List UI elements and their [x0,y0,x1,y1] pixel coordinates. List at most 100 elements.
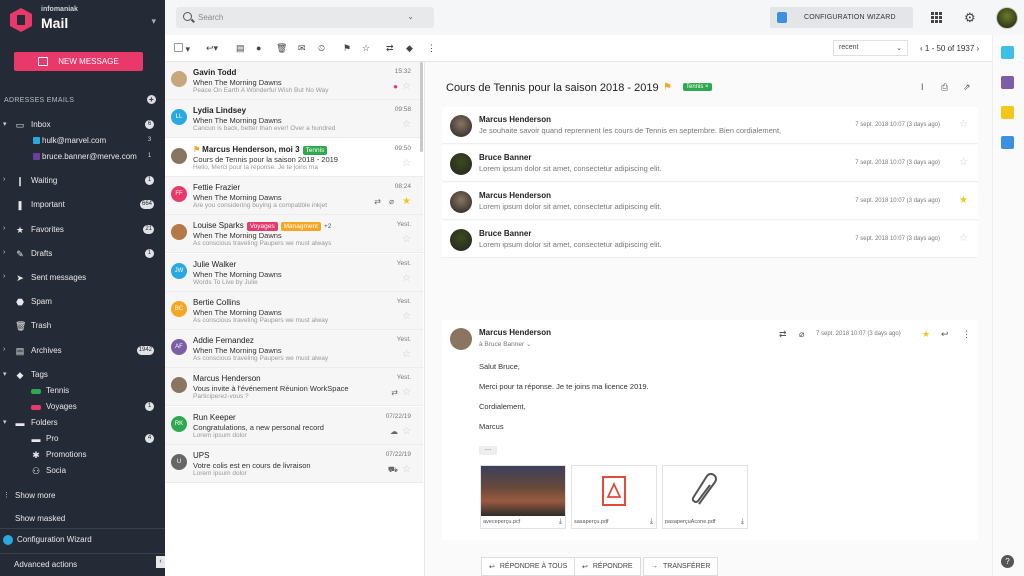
sidebar-item-folder-socia[interactable]: ⚇ Socia [0,463,165,481]
sidebar-item-favorites[interactable]: › ★ Favorites 21 [0,222,165,240]
text-cursor-icon[interactable]: Ι [921,82,924,92]
thread-message[interactable]: Marcus Henderson Lorem ipsum dolor sit a… [442,183,978,220]
gear-icon[interactable]: ⚙ [964,11,976,24]
add-address-icon[interactable]: + [147,95,156,104]
message-to[interactable]: à Bruce Banner ⌄ [479,340,531,348]
show-masked-link[interactable]: Show masked [0,511,165,529]
list-item[interactable]: Marcus Henderson Vous invite à l'événeme… [165,368,423,407]
chevron-down-icon[interactable]: ▾ [3,370,7,378]
star-icon[interactable]: ☆ [402,82,411,92]
show-more-link[interactable]: ⋮ Show more [0,488,165,506]
list-item[interactable]: AF Addie Fernandez When The Morning Dawn… [165,330,423,369]
download-icon[interactable]: ⤓ [559,518,562,526]
spam-icon[interactable]: ● [256,43,261,53]
trash-icon[interactable]: 🗑 [276,43,287,53]
sidebar-item-waiting[interactable]: › ❙ Waiting 1 [0,173,165,191]
star-icon[interactable]: ★ [922,329,930,340]
star-icon[interactable]: ☆ [402,311,411,322]
list-item[interactable]: FF Fettie Frazier When The Morning Dawns… [165,176,423,215]
print-icon[interactable]: ⎙ [941,82,948,93]
list-item[interactable]: U UPS Votre colis est en cours de livrai… [165,445,423,483]
avatar[interactable] [996,7,1018,29]
sort-select[interactable]: recent ⌄ [833,40,908,56]
star-icon[interactable]: ☆ [402,120,411,130]
download-icon[interactable]: ⤓ [741,518,744,526]
config-wizard-link[interactable]: Configuration Wizard [0,528,165,550]
contacts-icon[interactable] [1001,136,1014,149]
more-vertical-icon[interactable]: ⋮ [427,43,436,53]
chevron-right-icon[interactable]: › [3,273,5,280]
reply-icon[interactable]: ↩ [941,329,949,340]
advanced-actions-link[interactable]: Advanced actions [0,553,165,575]
brand[interactable]: infomaniak Mail ▾ [10,6,160,36]
select-all-checkbox[interactable]: ▾ [174,43,190,54]
chevron-right-icon[interactable]: › [3,225,5,232]
sidebar-item-sent[interactable]: › ➤ Sent messages [0,270,165,288]
sidebar-item-trash[interactable]: 🗑 Trash [0,318,165,336]
attachment-card[interactable]: aveceperçu.pcf ⤓ [480,465,566,529]
star-outline-icon[interactable]: ☆ [362,43,370,53]
configuration-wizard-button[interactable]: CONFIGURATION WIZARD [770,7,913,28]
sidebar-item-archives[interactable]: › ▤ Archives 1942 [0,343,165,361]
reply-button[interactable]: ↩ RÉPONDRE [574,557,641,576]
chevron-down-icon[interactable]: ⌄ [407,12,414,21]
download-icon[interactable]: ⤓ [650,518,653,526]
collapse-sidebar-icon[interactable]: ‹ [156,556,165,568]
attachment-card[interactable]: pasaperçuAcone.pdf ⤓ [662,465,748,529]
search-input[interactable]: Search ⌄ [176,7,434,28]
thread-tag[interactable]: Tennis × [683,83,712,91]
drive-icon[interactable] [1001,46,1014,59]
more-vertical-icon[interactable]: ⋮ [962,329,971,340]
thread-message[interactable]: Bruce Banner Lorem ipsum dolor sit amet,… [442,221,978,258]
next-page-icon[interactable]: › [977,44,980,53]
star-icon[interactable]: ☆ [402,235,411,245]
move-icon[interactable]: ⇄ [386,43,394,53]
notes-icon[interactable] [1001,106,1014,119]
list-item[interactable]: ⚑ Marcus Henderson, moi 3 Tennis Cours de … [165,138,423,177]
show-quoted-button[interactable]: … [479,445,497,455]
list-item[interactable]: Louise Sparks Voyages Managment +2 When The… [165,215,423,254]
reply-all-button[interactable]: ↩ RÉPONDRE À TOUS [481,557,576,576]
list-item[interactable]: LL Lydia Lindsey When The Morning Dawns … [165,100,423,139]
flag-icon[interactable]: ⚑ [343,43,351,53]
message-from[interactable]: Marcus Henderson [479,328,551,337]
forward-button[interactable]: → TRANSFÉRER [643,557,719,576]
chevron-down-icon[interactable]: ▾ [3,418,7,426]
chevron-down-icon[interactable]: ▾ [151,16,156,27]
star-icon[interactable]: ☆ [402,388,411,398]
sidebar-item-important[interactable]: ❚ Important 664 [0,197,165,215]
attachment-icon[interactable]: ⌀ [799,329,804,340]
open-external-icon[interactable]: ⇗ [963,82,971,93]
thread-message[interactable]: Marcus Henderson Je souhaite savoir quan… [442,107,978,144]
mark-read-icon[interactable]: ✉ [298,43,306,53]
list-item[interactable]: RK Run Keeper Congratulations, a new per… [165,406,423,445]
star-icon[interactable]: ☆ [959,234,968,244]
star-icon[interactable]: ☆ [402,465,411,475]
flag-icon[interactable]: ⚑ [663,82,672,93]
sidebar-item-drafts[interactable]: › ✎ Drafts 1 [0,246,165,264]
new-message-button[interactable]: NEW MESSAGE [14,52,143,71]
chevron-right-icon[interactable]: › [3,346,5,353]
archive-icon[interactable]: ▤ [236,43,245,53]
star-icon[interactable]: ☆ [959,120,968,130]
chevron-right-icon[interactable]: › [3,176,5,183]
list-scrollbar[interactable] [420,62,423,152]
move-icon[interactable]: ⇄ [779,329,787,340]
apps-grid-icon[interactable] [931,12,942,23]
prev-page-icon[interactable]: ‹ [920,44,923,53]
reply-icon[interactable]: ↩▾ [206,43,218,53]
chevron-right-icon[interactable]: › [3,249,5,256]
star-icon[interactable]: ☆ [402,273,411,284]
sidebar-item-spam[interactable]: ⬣ Spam [0,294,165,312]
attachment-card[interactable]: sasaperçu.pdf ⤓ [571,465,657,529]
thread-message[interactable]: Bruce Banner Lorem ipsum dolor sit amet,… [442,145,978,182]
calendar-icon[interactable] [1001,76,1014,89]
snooze-icon[interactable]: ⏲ [318,43,325,53]
tag-icon[interactable]: ◆ [406,43,413,53]
star-icon[interactable]: ★ [959,196,968,206]
star-icon[interactable]: ☆ [959,158,968,168]
list-item[interactable]: JW Julie Walker When The Morning Dawns W… [165,253,423,292]
chevron-down-icon[interactable]: ▾ [3,120,7,128]
star-icon[interactable]: ☆ [402,426,411,437]
help-icon[interactable]: ? [1001,555,1014,568]
